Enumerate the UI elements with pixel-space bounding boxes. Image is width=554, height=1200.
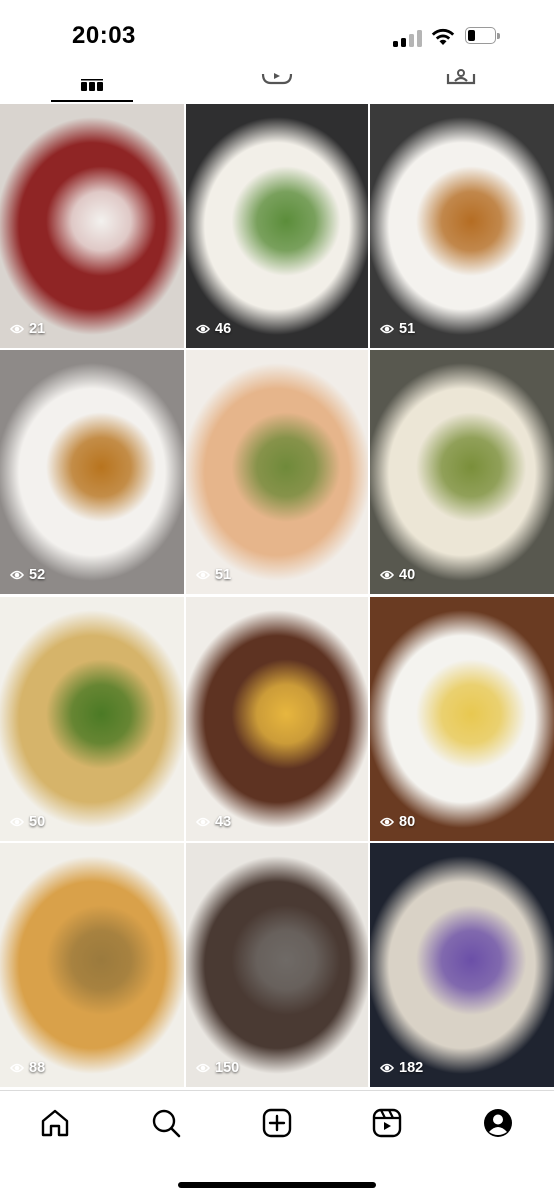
view-count: 182 [380, 1060, 423, 1076]
post-photo [370, 104, 554, 348]
view-count-number: 182 [399, 1060, 424, 1076]
posts-grid: 21 46 51 52 51 40 50 43 80 88 150 182 [0, 104, 554, 1089]
view-count: 50 [10, 814, 45, 830]
view-count-number: 51 [399, 321, 416, 337]
reels-icon [261, 60, 293, 88]
eye-icon [10, 1062, 24, 1074]
plus-square-icon [261, 1107, 293, 1144]
post-photo [0, 104, 184, 348]
post-photo [370, 350, 554, 594]
post-thumbnail[interactable]: 52 [0, 350, 184, 594]
post-thumbnail[interactable]: 51 [186, 350, 368, 594]
view-count-number: 40 [399, 567, 416, 583]
tagged-person-icon [445, 60, 477, 88]
view-count: 51 [380, 321, 415, 337]
post-thumbnail[interactable]: 182 [370, 843, 554, 1087]
post-thumbnail[interactable]: 150 [186, 843, 368, 1087]
eye-icon [380, 323, 394, 335]
post-thumbnail[interactable]: 43 [186, 597, 368, 841]
view-count: 21 [10, 321, 45, 337]
view-count-number: 51 [215, 567, 232, 583]
post-photo [0, 350, 184, 594]
view-count: 52 [10, 567, 45, 583]
nav-reels-button[interactable] [371, 1107, 403, 1144]
post-thumbnail[interactable]: 50 [0, 597, 184, 841]
post-thumbnail[interactable]: 46 [186, 104, 368, 348]
post-thumbnail[interactable]: 21 [0, 104, 184, 348]
home-icon [39, 1107, 71, 1144]
post-thumbnail[interactable]: 88 [0, 843, 184, 1087]
view-count: 80 [380, 814, 415, 830]
nav-create-button[interactable] [261, 1107, 293, 1144]
view-count-number: 46 [215, 321, 232, 337]
wifi-icon [430, 26, 456, 46]
view-count: 150 [196, 1060, 239, 1076]
search-icon [150, 1107, 182, 1144]
eye-icon [196, 1062, 210, 1074]
tab-tagged[interactable] [420, 60, 502, 104]
cellular-signal-icon [393, 30, 423, 47]
view-count-number: 80 [399, 814, 416, 830]
eye-icon [196, 323, 210, 335]
nav-home-button[interactable] [39, 1109, 71, 1141]
view-count: 46 [196, 321, 231, 337]
battery-icon [465, 27, 501, 46]
view-count: 43 [196, 814, 231, 830]
post-photo [0, 843, 184, 1087]
status-time: 20:03 [72, 22, 136, 49]
post-thumbnail[interactable]: 80 [370, 597, 554, 841]
view-count-number: 50 [29, 814, 46, 830]
view-count-number: 88 [29, 1060, 46, 1076]
post-photo [186, 350, 368, 594]
grid-icon [80, 60, 104, 94]
post-photo [186, 597, 368, 841]
view-count: 51 [196, 567, 231, 583]
reels-icon [371, 1107, 403, 1144]
view-count: 40 [380, 567, 415, 583]
post-photo [370, 843, 554, 1087]
eye-icon [10, 816, 24, 828]
profile-tab-bar [0, 60, 554, 104]
tab-reels[interactable] [236, 60, 318, 104]
post-thumbnail[interactable]: 40 [370, 350, 554, 594]
view-count-number: 21 [29, 321, 46, 337]
post-thumbnail[interactable]: 51 [370, 104, 554, 348]
eye-icon [10, 323, 24, 335]
view-count-number: 43 [215, 814, 232, 830]
post-photo [186, 104, 368, 348]
eye-icon [380, 816, 394, 828]
post-photo [0, 597, 184, 841]
eye-icon [380, 569, 394, 581]
eye-icon [196, 816, 210, 828]
profile-avatar-icon [482, 1107, 514, 1144]
bottom-navigation-bar [0, 1090, 554, 1161]
home-indicator [178, 1182, 376, 1188]
selected-tab-indicator [51, 100, 133, 102]
post-photo [370, 597, 554, 841]
view-count-number: 150 [215, 1060, 240, 1076]
tab-posts-grid[interactable] [51, 60, 133, 104]
nav-profile-button[interactable] [482, 1107, 514, 1144]
view-count-number: 52 [29, 567, 46, 583]
eye-icon [10, 569, 24, 581]
eye-icon [380, 1062, 394, 1074]
eye-icon [196, 569, 210, 581]
post-photo [186, 843, 368, 1087]
nav-search-button[interactable] [150, 1109, 182, 1141]
view-count: 88 [10, 1060, 45, 1076]
